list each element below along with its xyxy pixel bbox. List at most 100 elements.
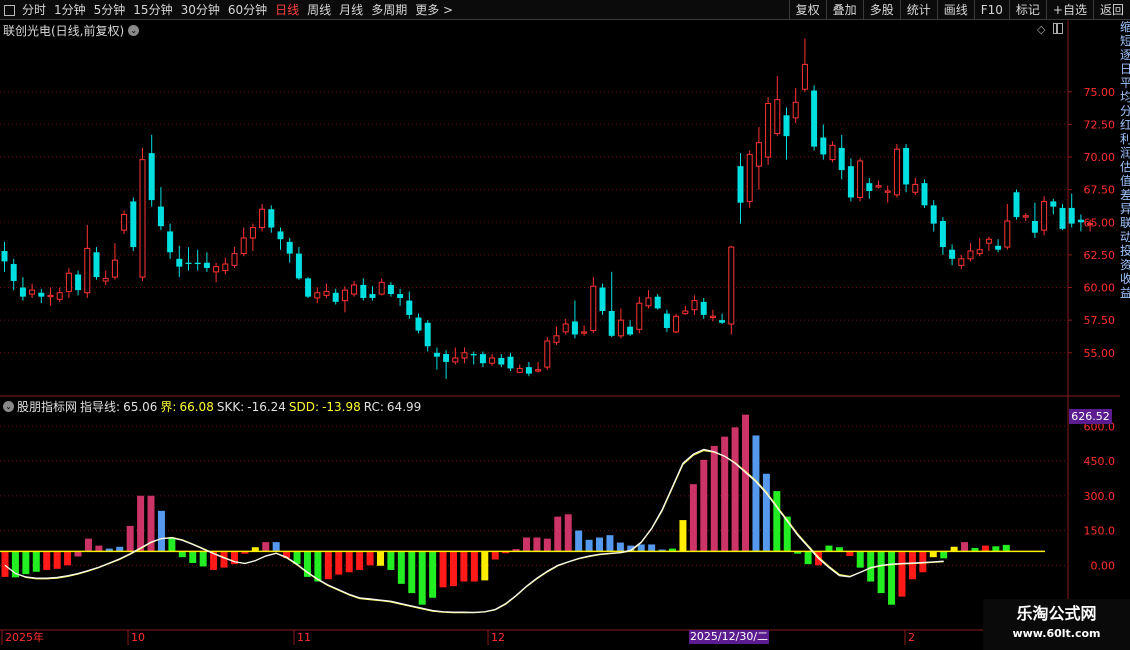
candle-body-down bbox=[783, 115, 790, 137]
candle-body-up bbox=[314, 292, 321, 299]
candle-body-up bbox=[231, 253, 238, 266]
indicator-bar bbox=[95, 545, 103, 552]
indicator-bar bbox=[272, 542, 280, 552]
candle-body-up bbox=[249, 227, 256, 239]
guide-line bbox=[4, 448, 944, 614]
candle-body-down bbox=[1013, 192, 1020, 218]
candle-body-down bbox=[185, 262, 192, 265]
indicator-bar bbox=[721, 436, 729, 552]
candle-body-up bbox=[111, 259, 118, 278]
candle-body-down bbox=[1031, 220, 1038, 233]
price-tick-label: 67.50 bbox=[1084, 184, 1116, 197]
candle-body-down bbox=[286, 241, 293, 254]
indicator-bar bbox=[1002, 544, 1010, 552]
candle-body-down bbox=[479, 354, 486, 364]
cursor-date: 2025/12/30/二 bbox=[689, 630, 769, 644]
candle-body-down bbox=[387, 284, 394, 295]
candle-body-up bbox=[1041, 200, 1048, 231]
indicator-bar bbox=[533, 537, 541, 552]
side-info-strip[interactable]: 缩短逐日平均分红利润估值差异联动投资收益 bbox=[1120, 20, 1130, 630]
candle-body-up bbox=[746, 153, 753, 202]
watermark: 乐淘公式网 www.60lt.com bbox=[983, 599, 1130, 650]
candle-body-up bbox=[801, 63, 808, 90]
sdd-label: SDD: bbox=[288, 399, 320, 414]
indicator-bar bbox=[648, 544, 656, 552]
jie-value: 66.08 bbox=[179, 399, 214, 414]
indicator-bar bbox=[1, 551, 9, 577]
candle-body-up bbox=[673, 315, 680, 333]
candle-body-down bbox=[930, 205, 937, 224]
candle-body-down bbox=[19, 287, 26, 297]
candle-body-down bbox=[663, 313, 670, 328]
candle-body-up bbox=[1004, 220, 1011, 248]
candle-body-down bbox=[507, 356, 514, 369]
candle-body-down bbox=[847, 166, 854, 198]
indicator-bar bbox=[43, 551, 51, 570]
indicator-bar bbox=[53, 551, 61, 569]
candle-body-up bbox=[1087, 223, 1094, 226]
indicator-bar bbox=[596, 537, 604, 552]
candle-body-down bbox=[700, 301, 707, 315]
candle-body-up bbox=[240, 237, 247, 255]
indicator-bar bbox=[491, 551, 499, 560]
candle-body-down bbox=[203, 262, 210, 268]
indicator-bar bbox=[345, 551, 353, 573]
candle-body-up bbox=[461, 352, 468, 359]
candle-body-down bbox=[406, 300, 413, 315]
indicator-bar bbox=[731, 427, 739, 552]
candle-body-down bbox=[10, 264, 17, 282]
candle-body-down bbox=[608, 311, 615, 336]
indicator-bar bbox=[888, 551, 896, 605]
indicator-bar bbox=[22, 551, 30, 575]
candle-body-down bbox=[277, 231, 284, 240]
indicator-bar bbox=[773, 491, 781, 552]
candle-body-up bbox=[691, 300, 698, 311]
candle-body-up bbox=[755, 142, 762, 167]
indicator-bar bbox=[439, 551, 447, 588]
candle-body-down bbox=[737, 166, 744, 203]
indicator-bar bbox=[710, 445, 718, 552]
candle-body-up bbox=[857, 160, 864, 198]
price-tick-label: 75.00 bbox=[1084, 86, 1116, 99]
candle-body-down bbox=[1059, 207, 1066, 229]
indicator-bar bbox=[460, 551, 468, 582]
kline-chart[interactable]: 75.00 72.50 70.00 67.50 65.00 62.50 60.00 57.50… bbox=[0, 0, 1130, 650]
candle-body-up bbox=[709, 315, 716, 319]
candle-body-up bbox=[829, 144, 836, 161]
skk-value: -16.24 bbox=[247, 399, 286, 414]
candle-body-up bbox=[351, 284, 358, 295]
indicator-bar bbox=[543, 538, 551, 552]
candle-body-down bbox=[268, 209, 275, 228]
candle-body-up bbox=[590, 285, 597, 332]
candle-body-up bbox=[452, 357, 459, 363]
candle-body-up bbox=[378, 281, 385, 295]
candle-body-down bbox=[1077, 219, 1084, 223]
indicator-bar bbox=[554, 516, 562, 552]
candle-body-down bbox=[194, 262, 201, 265]
candle-body-up bbox=[581, 331, 588, 334]
jie-line bbox=[4, 449, 944, 614]
candle-body-up bbox=[912, 183, 919, 193]
indicator-bar bbox=[397, 551, 405, 584]
candle-body-up bbox=[65, 272, 72, 292]
indicator-bar bbox=[856, 551, 864, 568]
candle-body-down bbox=[433, 352, 440, 357]
candle-body-down bbox=[1050, 201, 1057, 207]
skk-label: SKK: bbox=[216, 399, 245, 414]
candle-body-up bbox=[884, 190, 891, 193]
price-tick-label: 62.50 bbox=[1084, 249, 1116, 262]
candle-body-down bbox=[424, 322, 431, 347]
indicator-bar bbox=[220, 551, 228, 568]
candle-body-down bbox=[654, 296, 661, 309]
candle-body-up bbox=[636, 302, 643, 330]
indicator-bar bbox=[961, 542, 969, 552]
indicator-dropdown-icon[interactable]: ⌄ bbox=[3, 401, 14, 412]
price-tick-label: 55.00 bbox=[1084, 347, 1116, 360]
indicator-bar bbox=[679, 520, 687, 552]
candle-body-up bbox=[875, 185, 882, 188]
candle-body-up bbox=[544, 340, 551, 368]
candle-body-up bbox=[84, 247, 91, 294]
indicator-name: 股朋指标网 bbox=[17, 400, 78, 414]
sdd-value: -13.98 bbox=[322, 399, 361, 414]
rc-label: RC: bbox=[363, 399, 384, 414]
